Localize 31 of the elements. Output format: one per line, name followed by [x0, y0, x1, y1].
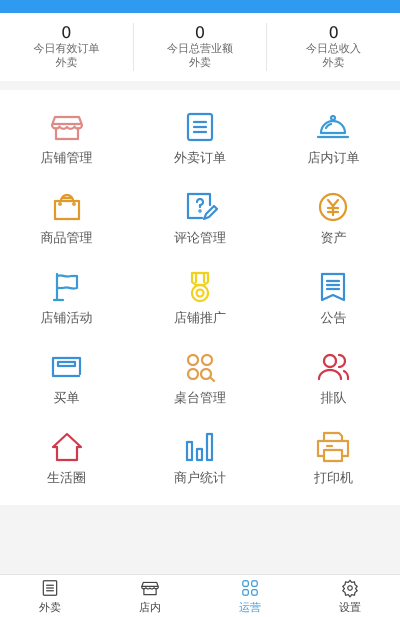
tab[interactable]: 设置	[300, 575, 400, 617]
list-icon	[40, 578, 60, 598]
menu-item[interactable]: 店铺推广	[174, 309, 226, 327]
tab[interactable]: 外卖	[0, 575, 100, 617]
stat-label: 今日总收入	[306, 42, 362, 56]
menu-item[interactable]: 店铺管理	[40, 149, 93, 167]
menu-item[interactable]: 店铺活动	[40, 309, 93, 327]
stat-label: 今日有效订单	[33, 42, 100, 56]
menu-item[interactable]: 评论管理	[174, 229, 226, 247]
stat-value: 0	[194, 24, 206, 42]
stat-sublabel: 外卖	[322, 56, 345, 70]
stat-label: 今日总营业额	[167, 42, 233, 56]
stat-value: 0	[328, 24, 339, 42]
menu-item[interactable]: 外卖订单	[174, 149, 226, 167]
grid-icon	[240, 578, 260, 598]
menu-item[interactable]: 买单	[54, 389, 80, 407]
menu-item[interactable]: 商户统计	[174, 469, 226, 487]
stat-sublabel: 外卖	[55, 56, 78, 70]
menu-item[interactable]: 排队	[320, 389, 346, 407]
menu-item[interactable]: 桌台管理	[174, 389, 226, 407]
tab[interactable]: 店内	[100, 575, 200, 617]
menu-item[interactable]: 打印机	[314, 469, 353, 487]
stat-sublabel: 外卖	[189, 56, 211, 70]
menu-item[interactable]: 生活圈	[47, 469, 86, 487]
settings-icon	[340, 578, 360, 598]
stat-value: 0	[61, 24, 72, 42]
menu-item[interactable]: 资产	[320, 229, 346, 247]
menu-item[interactable]: 商品管理	[40, 229, 93, 247]
printer-icon	[315, 429, 352, 465]
menu-item[interactable]: 公告	[320, 309, 346, 327]
menu-item[interactable]: 店内订单	[307, 149, 360, 167]
